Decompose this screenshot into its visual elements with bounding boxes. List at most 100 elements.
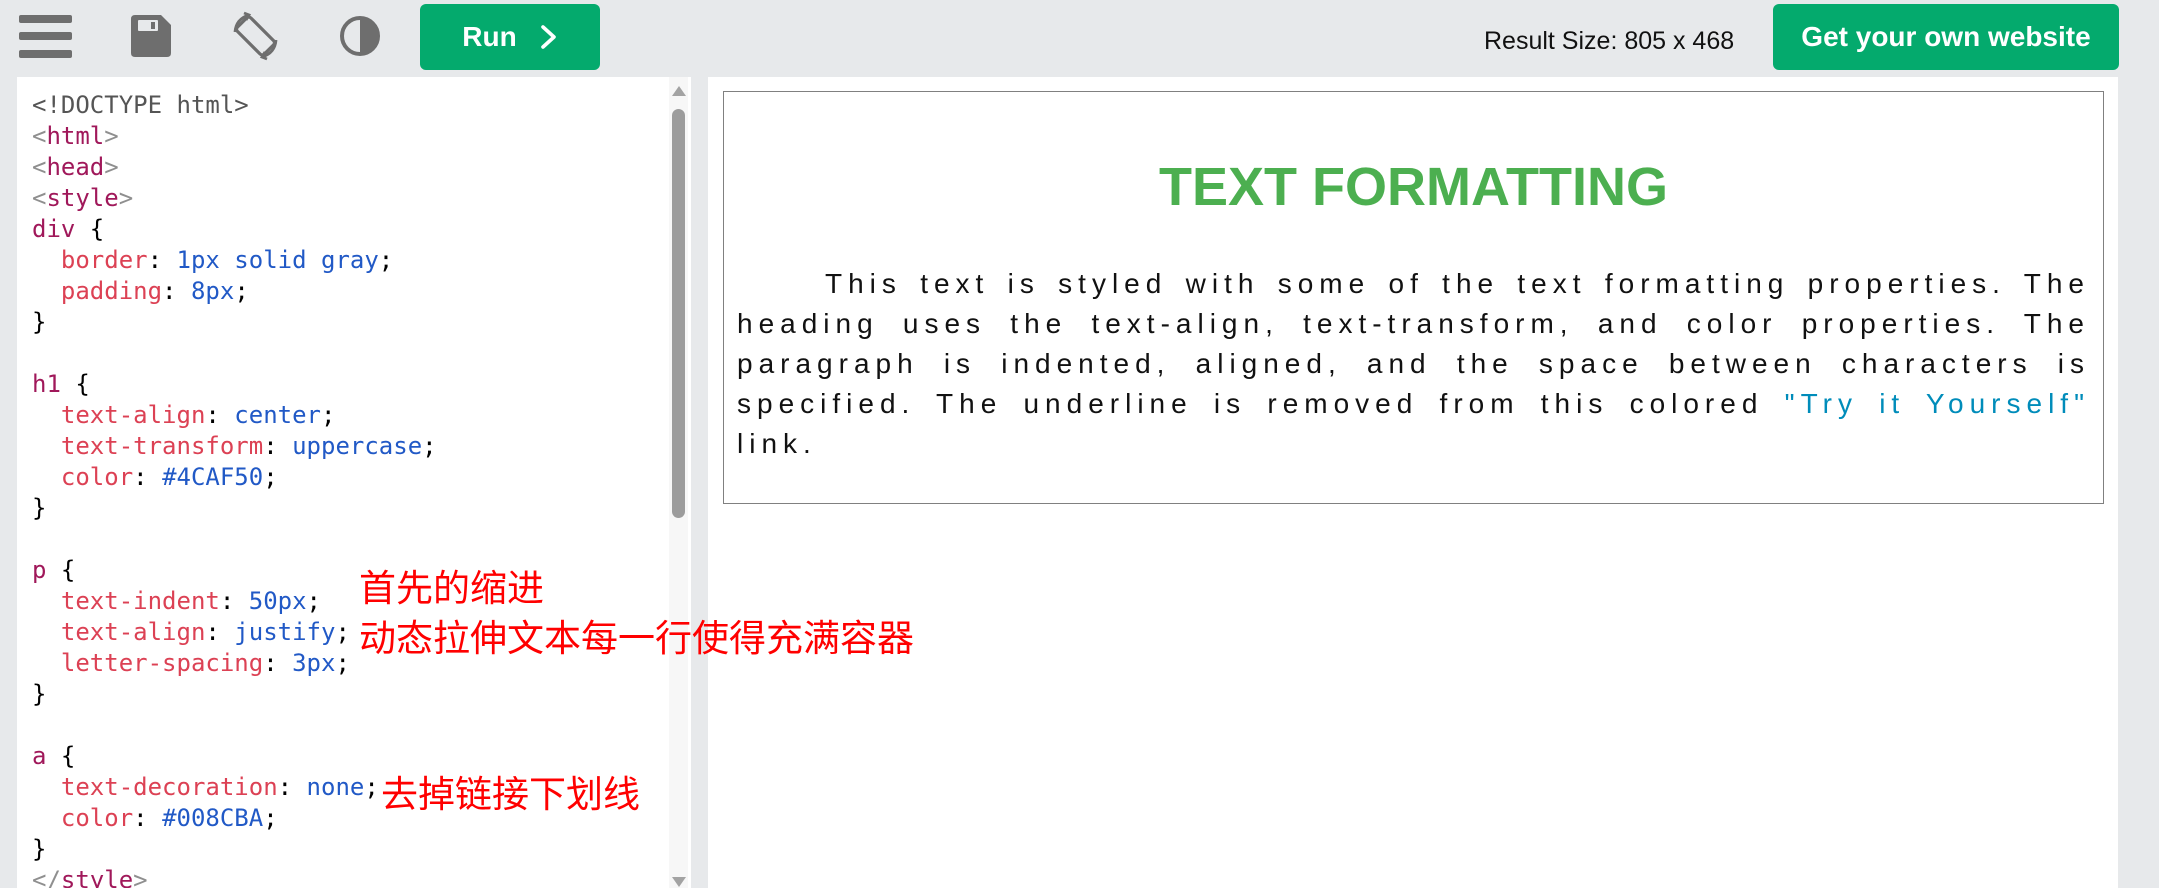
scrollbar-thumb[interactable]	[672, 109, 685, 518]
code-token: ;	[263, 804, 278, 832]
code-token: ;	[335, 618, 350, 646]
code-token: <	[32, 122, 47, 150]
code-line[interactable]: </style>	[32, 865, 437, 888]
code-token: ;	[321, 401, 336, 429]
code-token: text-indent	[32, 587, 220, 615]
code-line[interactable]: text-align: center;	[32, 400, 437, 431]
scroll-down-arrow-icon[interactable]	[672, 877, 686, 887]
code-line[interactable]: <head>	[32, 152, 437, 183]
code-line[interactable]	[32, 710, 437, 741]
code-scrollbar[interactable]	[669, 77, 688, 888]
chevron-right-icon	[540, 25, 556, 49]
code-line[interactable]: border: 1px solid gray;	[32, 245, 437, 276]
code-token: </	[32, 866, 61, 888]
try-it-yourself-link[interactable]: "Try it Yourself"	[1785, 388, 2090, 419]
code-token: :	[205, 401, 235, 429]
code-token: <	[32, 153, 47, 181]
code-token: html	[46, 122, 105, 150]
code-line[interactable]: }	[32, 493, 437, 524]
code-token: text-align	[32, 401, 206, 429]
code-line[interactable]: a {	[32, 741, 437, 772]
annotation-underline: 去掉链接下划线	[381, 773, 640, 816]
code-line[interactable]: div {	[32, 214, 437, 245]
paragraph-tail: link.	[737, 428, 817, 459]
result-size-label: Result Size: 805 x 468	[1484, 27, 1735, 55]
code-token: style	[46, 184, 119, 212]
result-panel: TEXT FORMATTING This text is styled with…	[708, 77, 2118, 888]
run-button[interactable]: Run	[420, 4, 600, 70]
save-icon-shutter	[151, 22, 155, 29]
code-token: h1	[32, 370, 61, 398]
code-token: :	[133, 804, 163, 832]
code-line[interactable]: color: #008CBA;	[32, 803, 437, 834]
code-token: p	[32, 556, 47, 584]
rotate-icon[interactable]	[231, 11, 280, 61]
code-token: {	[60, 370, 90, 398]
code-token: 1px solid gray	[176, 246, 379, 274]
code-token: ;	[378, 246, 394, 274]
code-token: :	[277, 773, 307, 801]
code-line[interactable]: <!DOCTYPE html>	[32, 90, 437, 121]
code-line[interactable]: h1 {	[32, 369, 437, 400]
code-token: div	[32, 215, 76, 243]
save-icon[interactable]	[131, 15, 171, 57]
code-token: :	[133, 463, 163, 491]
code-token: #008CBA	[162, 804, 264, 832]
code-line[interactable]: color: #4CAF50;	[32, 462, 437, 493]
code-token: border	[32, 246, 148, 274]
code-token: letter-spacing	[32, 649, 264, 677]
run-label: Run	[462, 21, 517, 52]
styled-div: TEXT FORMATTING This text is styled with…	[723, 91, 2104, 504]
code-token: >	[133, 866, 148, 888]
code-token: style	[60, 866, 134, 888]
code-token: <!DOCTYPE html>	[32, 91, 249, 119]
code-line[interactable]: <style>	[32, 183, 437, 214]
annotation-indent: 首先的缩进	[359, 567, 544, 610]
code-line[interactable]: padding: 8px;	[32, 276, 437, 307]
code-token: :	[263, 432, 293, 460]
code-editor[interactable]: <!DOCTYPE html> <html> <head> <style> div { …	[17, 77, 691, 888]
code-line[interactable]: }	[32, 834, 437, 865]
get-your-own-website-button[interactable]: Get your own website	[1773, 4, 2119, 70]
code-token: }	[32, 835, 47, 863]
code-line[interactable]: <html>	[32, 121, 437, 152]
code-token: #4CAF50	[162, 463, 264, 491]
code-token: :	[219, 587, 249, 615]
code-token: }	[32, 494, 47, 522]
menu-icon[interactable]	[19, 15, 72, 58]
code-token: <	[32, 184, 47, 212]
code-line[interactable]: text-decoration: none;	[32, 772, 437, 803]
contrast-icon[interactable]	[339, 14, 381, 58]
code-line[interactable]	[32, 524, 437, 555]
code-token: 8px	[190, 277, 235, 305]
code-token: {	[46, 556, 76, 584]
code-token: ;	[422, 432, 437, 460]
menu-icon-bar	[19, 32, 72, 40]
code-token: text-decoration	[32, 773, 278, 801]
result-paragraph: This text is styled with some of the tex…	[737, 264, 2090, 464]
code-line[interactable]: }	[32, 307, 437, 338]
scroll-up-arrow-icon[interactable]	[672, 86, 686, 96]
code-line[interactable]	[32, 338, 437, 369]
code-token: >	[104, 153, 119, 181]
code-token: a	[32, 742, 47, 770]
code-line[interactable]: }	[32, 679, 437, 710]
rotate-icon-device	[234, 15, 277, 57]
code-token: padding	[32, 277, 163, 305]
code-lines[interactable]: <!DOCTYPE html> <html> <head> <style> div { …	[32, 90, 437, 888]
code-token: text-transform	[32, 432, 264, 460]
code-token: :	[162, 277, 191, 305]
code-token: none	[306, 773, 365, 801]
code-line[interactable]: text-transform: uppercase;	[32, 431, 437, 462]
menu-icon-bar	[19, 50, 72, 58]
code-token: >	[104, 122, 119, 150]
code-token: head	[46, 153, 105, 181]
code-token: ;	[335, 649, 350, 677]
code-token: :	[263, 649, 293, 677]
code-token: :	[205, 618, 235, 646]
code-token: center	[234, 401, 321, 429]
code-token: ;	[364, 773, 379, 801]
code-token: }	[32, 308, 47, 336]
code-token: ;	[263, 463, 278, 491]
code-token: text-align	[32, 618, 206, 646]
